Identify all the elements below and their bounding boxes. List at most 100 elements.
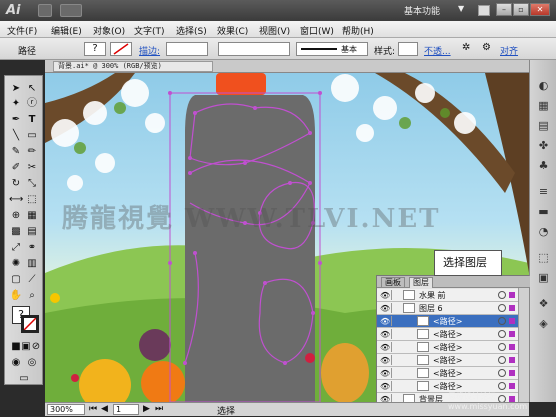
layer-row[interactable]: 👁 <路径> <box>377 367 518 380</box>
selection-indicator[interactable] <box>509 318 515 324</box>
visibility-eye-icon[interactable]: 👁 <box>380 304 390 313</box>
free-transform-tool-icon[interactable]: ⬚ <box>25 193 39 207</box>
fill-swatch[interactable]: ? <box>84 42 106 56</box>
minimize-button[interactable]: – <box>496 3 512 16</box>
lock-toggle[interactable] <box>391 329 400 339</box>
lock-toggle[interactable] <box>391 355 400 365</box>
target-icon[interactable] <box>498 317 506 325</box>
perspective-grid-tool-icon[interactable]: ▦ <box>25 209 39 223</box>
selection-indicator[interactable] <box>509 370 515 376</box>
close-button[interactable]: ✕ <box>530 3 550 16</box>
visibility-eye-icon[interactable]: 👁 <box>380 317 390 326</box>
menu-effect[interactable]: 效果(C) <box>217 24 248 37</box>
layer-row[interactable]: 👁 <路径> <box>377 341 518 354</box>
lock-toggle[interactable] <box>391 381 400 391</box>
menu-window[interactable]: 窗口(W) <box>300 24 334 37</box>
search-input[interactable] <box>478 5 490 16</box>
selection-indicator[interactable] <box>509 383 515 389</box>
blend-tool-icon[interactable]: ⚭ <box>25 241 39 255</box>
selection-indicator[interactable] <box>509 331 515 337</box>
selection-tool-icon[interactable]: ➤ <box>9 82 23 96</box>
draw-behind-icon[interactable]: ◎ <box>25 356 39 370</box>
rectangle-tool-icon[interactable]: ▭ <box>25 129 39 143</box>
recolor-icon[interactable]: ✲ <box>462 42 470 53</box>
slice-tool-icon[interactable]: ⟋ <box>25 273 39 287</box>
lock-toggle[interactable] <box>391 290 400 300</box>
width-tool-icon[interactable]: ⟷ <box>9 193 23 207</box>
menu-file[interactable]: 文件(F) <box>7 24 37 37</box>
gradient-tool-icon[interactable]: ▤ <box>25 225 39 239</box>
rotate-tool-icon[interactable]: ↻ <box>9 177 23 191</box>
artboard-number-field[interactable]: 1 <box>113 404 139 415</box>
target-icon[interactable] <box>498 356 506 364</box>
align-link[interactable]: 对齐 <box>500 44 518 57</box>
column-graph-tool-icon[interactable]: ▥ <box>25 257 39 271</box>
lock-toggle[interactable] <box>391 303 400 313</box>
menu-select[interactable]: 选择(S) <box>176 24 207 37</box>
artboard-tool-icon[interactable]: ▢ <box>9 273 23 287</box>
tab-artboards[interactable]: 画板 <box>381 277 405 288</box>
maximize-button[interactable]: ▫ <box>513 3 529 16</box>
symbol-sprayer-tool-icon[interactable]: ✺ <box>9 257 23 271</box>
direct-selection-tool-icon[interactable]: ↖ <box>25 82 39 96</box>
lock-toggle[interactable] <box>391 368 400 378</box>
transparency-panel-icon[interactable]: ◔ <box>536 224 551 239</box>
workspace-switcher[interactable]: 基本功能 <box>404 4 440 17</box>
graphic-styles-icon[interactable]: ▣ <box>536 270 551 285</box>
layer-row[interactable]: 👁 图层 6 <box>377 302 518 315</box>
menu-help[interactable]: 帮助(H) <box>342 24 374 37</box>
scissors-tool-icon[interactable]: ✂ <box>25 161 39 175</box>
menu-view[interactable]: 视图(V) <box>259 24 290 37</box>
bridge-button[interactable] <box>38 4 52 17</box>
visibility-eye-icon[interactable]: 👁 <box>380 291 390 300</box>
pencil-tool-icon[interactable]: ✏ <box>25 145 39 159</box>
color-guide-icon[interactable]: ▦ <box>536 98 551 113</box>
menu-edit[interactable]: 编辑(E) <box>51 24 82 37</box>
pen-tool-icon[interactable]: ✒ <box>9 113 23 127</box>
shape-builder-tool-icon[interactable]: ⊕ <box>9 209 23 223</box>
variable-width-profile[interactable] <box>218 42 290 56</box>
visibility-eye-icon[interactable]: 👁 <box>380 330 390 339</box>
chevron-down-icon[interactable]: ▼ <box>458 4 464 13</box>
lock-toggle[interactable] <box>391 316 400 326</box>
visibility-eye-icon[interactable]: 👁 <box>380 382 390 391</box>
previous-artboard-icon[interactable]: ◀ <box>101 404 108 414</box>
artboards-panel-icon[interactable]: ◈ <box>536 316 551 331</box>
opacity-link[interactable]: 不透... <box>424 44 451 57</box>
stroke-link[interactable]: 描边: <box>139 44 160 57</box>
scale-tool-icon[interactable]: ⤡ <box>25 177 39 191</box>
paintbrush-tool-icon[interactable]: ✎ <box>9 145 23 159</box>
layer-row[interactable]: 👁 <路径> <box>377 315 518 328</box>
draw-mode-icon[interactable]: ◉ <box>9 356 23 370</box>
blob-brush-tool-icon[interactable]: ✐ <box>9 161 23 175</box>
gear-icon[interactable]: ⚙ <box>482 42 491 53</box>
selection-indicator[interactable] <box>509 292 515 298</box>
stroke-panel-icon[interactable]: ≡ <box>536 184 551 199</box>
fill-stroke-swatches[interactable]: ? <box>12 306 40 334</box>
hand-tool-icon[interactable]: ✋ <box>9 289 23 303</box>
tab-layers[interactable]: 图层 <box>409 277 433 288</box>
type-tool-icon[interactable]: T <box>25 113 39 127</box>
target-icon[interactable] <box>498 291 506 299</box>
mesh-tool-icon[interactable]: ▩ <box>9 225 23 239</box>
brushes-panel-icon[interactable]: ✤ <box>536 138 551 153</box>
symbols-panel-icon[interactable]: ♣ <box>536 158 551 173</box>
document-tab[interactable]: 背景.ai* @ 300% (RGB/预览) <box>53 61 213 72</box>
none-mode-icon[interactable]: ⊘ <box>29 340 43 354</box>
first-artboard-icon[interactable]: ⏮ <box>89 404 97 414</box>
visibility-eye-icon[interactable]: 👁 <box>380 356 390 365</box>
menu-type[interactable]: 文字(T) <box>134 24 165 37</box>
target-icon[interactable] <box>498 343 506 351</box>
layers-panel-icon[interactable]: ❖ <box>536 296 551 311</box>
screen-mode-icon[interactable]: ▭ <box>17 372 31 386</box>
target-icon[interactable] <box>498 330 506 338</box>
line-tool-icon[interactable]: ╲ <box>9 129 23 143</box>
appearance-panel-icon[interactable]: ⬚ <box>536 250 551 265</box>
graphic-style-swatch[interactable] <box>398 42 418 56</box>
magic-wand-tool-icon[interactable]: ✦ <box>9 97 23 111</box>
stroke-swatch-icon[interactable] <box>21 315 39 333</box>
zoom-field[interactable]: 300% <box>47 404 85 415</box>
layers-scrollbar[interactable] <box>518 288 529 402</box>
layer-row[interactable]: 👁 水果 前 <box>377 289 518 302</box>
swatches-panel-icon[interactable]: ▤ <box>536 118 551 133</box>
